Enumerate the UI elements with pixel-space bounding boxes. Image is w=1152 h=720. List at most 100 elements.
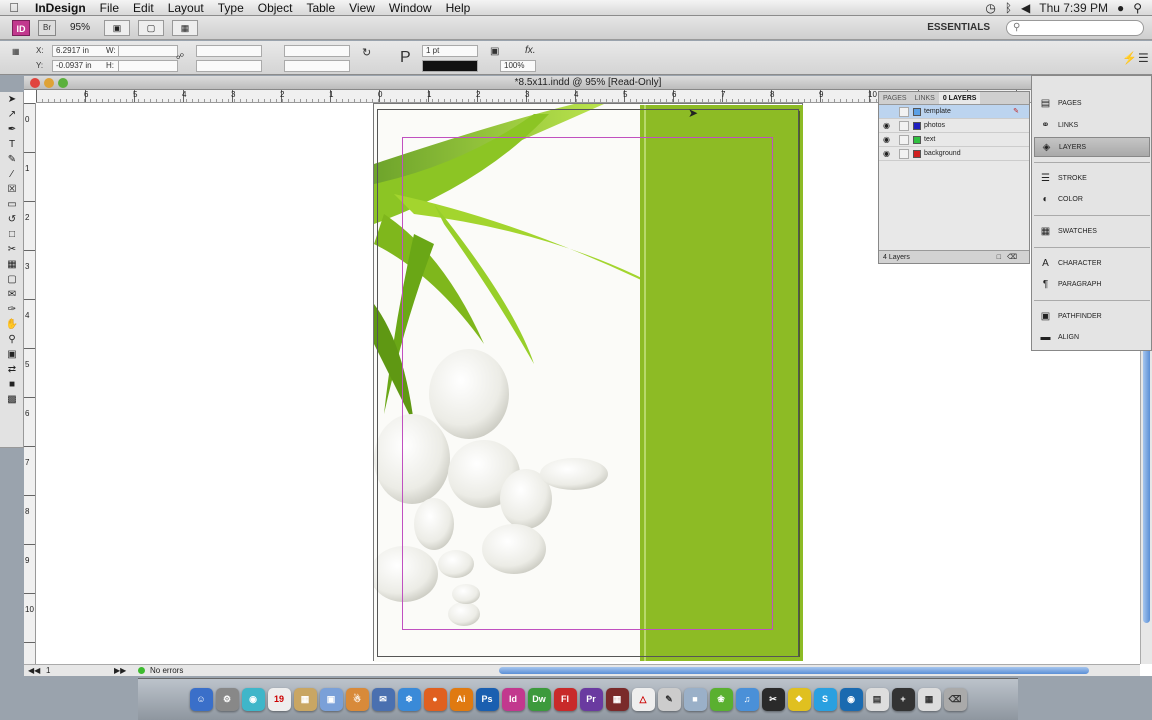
- workspace-switcher[interactable]: ESSENTIALS: [919, 22, 998, 33]
- view-options-icon[interactable]: ▣: [104, 19, 131, 36]
- new-layer-icon[interactable]: □: [997, 251, 1001, 264]
- arrange-documents-icon[interactable]: ▦: [172, 19, 199, 36]
- scale-y-field[interactable]: [196, 60, 262, 72]
- reference-point-icon[interactable]: ▦: [12, 47, 20, 56]
- paragraph-p-icon[interactable]: P: [400, 49, 411, 67]
- next-page-icon[interactable]: ▶▶: [114, 666, 126, 675]
- zoom-level[interactable]: 95%: [64, 22, 96, 33]
- textedit-icon[interactable]: ✎: [657, 688, 681, 711]
- panel-swatches[interactable]: ▦ SWATCHES: [1034, 222, 1150, 242]
- swap-fill-stroke-icon[interactable]: ⇄: [2, 363, 22, 377]
- rotate-field[interactable]: [284, 45, 350, 57]
- minimize-icon[interactable]: [44, 78, 54, 88]
- spotlight-icon[interactable]: ⚲: [1133, 1, 1142, 15]
- tab-layers[interactable]: 0 LAYERS: [938, 92, 981, 104]
- bridge-button[interactable]: Br: [38, 19, 56, 36]
- visibility-eye-icon[interactable]: ◉: [883, 121, 893, 131]
- stroke-type-select[interactable]: [422, 60, 478, 72]
- automator-icon[interactable]: ☃: [345, 688, 369, 711]
- menu-table[interactable]: Table: [299, 0, 342, 16]
- acrobat-icon[interactable]: △: [631, 688, 655, 711]
- lock-icon[interactable]: [899, 121, 909, 131]
- bluetooth-icon[interactable]: ᛒ: [1005, 1, 1012, 15]
- leaf-app-icon[interactable]: ❀: [709, 688, 733, 711]
- scissors-app-icon[interactable]: ✂: [761, 688, 785, 711]
- trash-icon[interactable]: ⌫: [943, 688, 967, 711]
- safari-icon[interactable]: ❄: [397, 688, 421, 711]
- shear-field[interactable]: [284, 60, 350, 72]
- width-field[interactable]: [118, 45, 178, 57]
- volume-icon[interactable]: ◀: [1021, 1, 1030, 15]
- itunes-icon[interactable]: ♫: [735, 688, 759, 711]
- bird-app-icon[interactable]: ❖: [787, 688, 811, 711]
- effects-icon[interactable]: fx.: [525, 45, 536, 56]
- layer-row-background[interactable]: ◉ background: [879, 147, 1029, 161]
- menu-edit[interactable]: Edit: [126, 0, 161, 16]
- panel-stroke[interactable]: ☰ STROKE: [1034, 169, 1150, 189]
- system-preferences-icon[interactable]: ⚙: [215, 688, 239, 711]
- lightning-icon[interactable]: ⚡: [1122, 51, 1137, 65]
- tab-links[interactable]: LINKS: [911, 92, 939, 104]
- page-number-field[interactable]: 1: [46, 666, 50, 675]
- app-menu[interactable]: InDesign: [28, 0, 93, 16]
- illustrator-icon[interactable]: Ai: [449, 688, 473, 711]
- stroke-weight-field[interactable]: 1 pt: [422, 45, 478, 57]
- facetime-icon[interactable]: ◉: [241, 688, 265, 711]
- rotate-icon[interactable]: ↻: [362, 46, 371, 59]
- add-icon[interactable]: +: [891, 688, 915, 711]
- horizontal-scroll-thumb[interactable]: [499, 667, 1089, 674]
- indesign-icon[interactable]: Id: [501, 688, 525, 711]
- calendar-icon[interactable]: 19: [267, 688, 291, 711]
- photoshop-icon[interactable]: Ps: [475, 688, 499, 711]
- screen-mode-normal-icon[interactable]: ▩: [2, 393, 22, 407]
- dreamweaver-icon[interactable]: Dw: [527, 688, 551, 711]
- screen-mode-icon[interactable]: ▢: [138, 19, 165, 36]
- network-app-icon[interactable]: ◉: [839, 688, 863, 711]
- note-tool-icon[interactable]: ✉: [2, 288, 22, 302]
- clock[interactable]: Thu 7:39 PM: [1039, 1, 1108, 15]
- constrain-proportions-icon[interactable]: ☍: [176, 52, 184, 61]
- gradient-tool-icon[interactable]: ▢: [2, 273, 22, 287]
- panel-links[interactable]: ⚭ LINKS: [1034, 116, 1150, 136]
- layer-row-text[interactable]: ◉ text: [879, 133, 1029, 147]
- first-page-icon[interactable]: ◀◀: [28, 666, 40, 675]
- panel-paragraph[interactable]: ¶ PARAGRAPH: [1034, 275, 1150, 295]
- fill-stroke-icon[interactable]: ▣: [2, 348, 22, 362]
- lock-icon[interactable]: [899, 135, 909, 145]
- user-icon[interactable]: ●: [1117, 1, 1124, 15]
- panel-menu-icon[interactable]: ☰: [1138, 51, 1149, 65]
- premiere-icon[interactable]: Pr: [579, 688, 603, 711]
- apple-menu-icon[interactable]: : [0, 0, 28, 15]
- rectangle-frame-tool-icon[interactable]: ☒: [2, 183, 22, 197]
- zoom-tool-icon[interactable]: ⚲: [2, 333, 22, 347]
- menu-object[interactable]: Object: [251, 0, 300, 16]
- layer-row-photos[interactable]: ◉ photos: [879, 119, 1029, 133]
- panel-pages[interactable]: ▤ PAGES: [1034, 94, 1150, 114]
- photo-icon[interactable]: ▣: [319, 688, 343, 711]
- opacity-field[interactable]: 100%: [500, 60, 536, 72]
- pen-tool-icon[interactable]: ✒: [2, 123, 22, 137]
- selection-tool-icon[interactable]: ➤: [2, 93, 22, 107]
- preflight-status[interactable]: No errors: [150, 666, 183, 675]
- panel-pathfinder[interactable]: ▣ PATHFINDER: [1034, 307, 1150, 327]
- visibility-eye-icon[interactable]: ◉: [883, 135, 893, 145]
- menu-type[interactable]: Type: [211, 0, 251, 16]
- height-field[interactable]: [118, 60, 178, 72]
- tab-pages[interactable]: PAGES: [879, 92, 911, 104]
- menu-layout[interactable]: Layout: [161, 0, 211, 16]
- type-tool-icon[interactable]: T: [2, 138, 22, 152]
- horizontal-scrollbar[interactable]: ◀◀ 1 ▶▶ No errors: [24, 664, 1140, 676]
- finder-icon[interactable]: ☺: [189, 688, 213, 711]
- hand-tool-icon[interactable]: ✋: [2, 318, 22, 332]
- scale-x-field[interactable]: [196, 45, 262, 57]
- preview-icon[interactable]: ▦: [293, 688, 317, 711]
- eyedropper-tool-icon[interactable]: ✑: [2, 303, 22, 317]
- pencil-tool-icon[interactable]: ✎: [2, 153, 22, 167]
- flash-icon[interactable]: Fl: [553, 688, 577, 711]
- time-machine-icon[interactable]: ◷: [985, 1, 995, 15]
- menu-file[interactable]: File: [93, 0, 126, 16]
- menu-window[interactable]: Window: [382, 0, 439, 16]
- firefox-icon[interactable]: ●: [423, 688, 447, 711]
- formatting-affects-container-icon[interactable]: ■: [2, 378, 22, 392]
- zoom-window-icon[interactable]: [58, 78, 68, 88]
